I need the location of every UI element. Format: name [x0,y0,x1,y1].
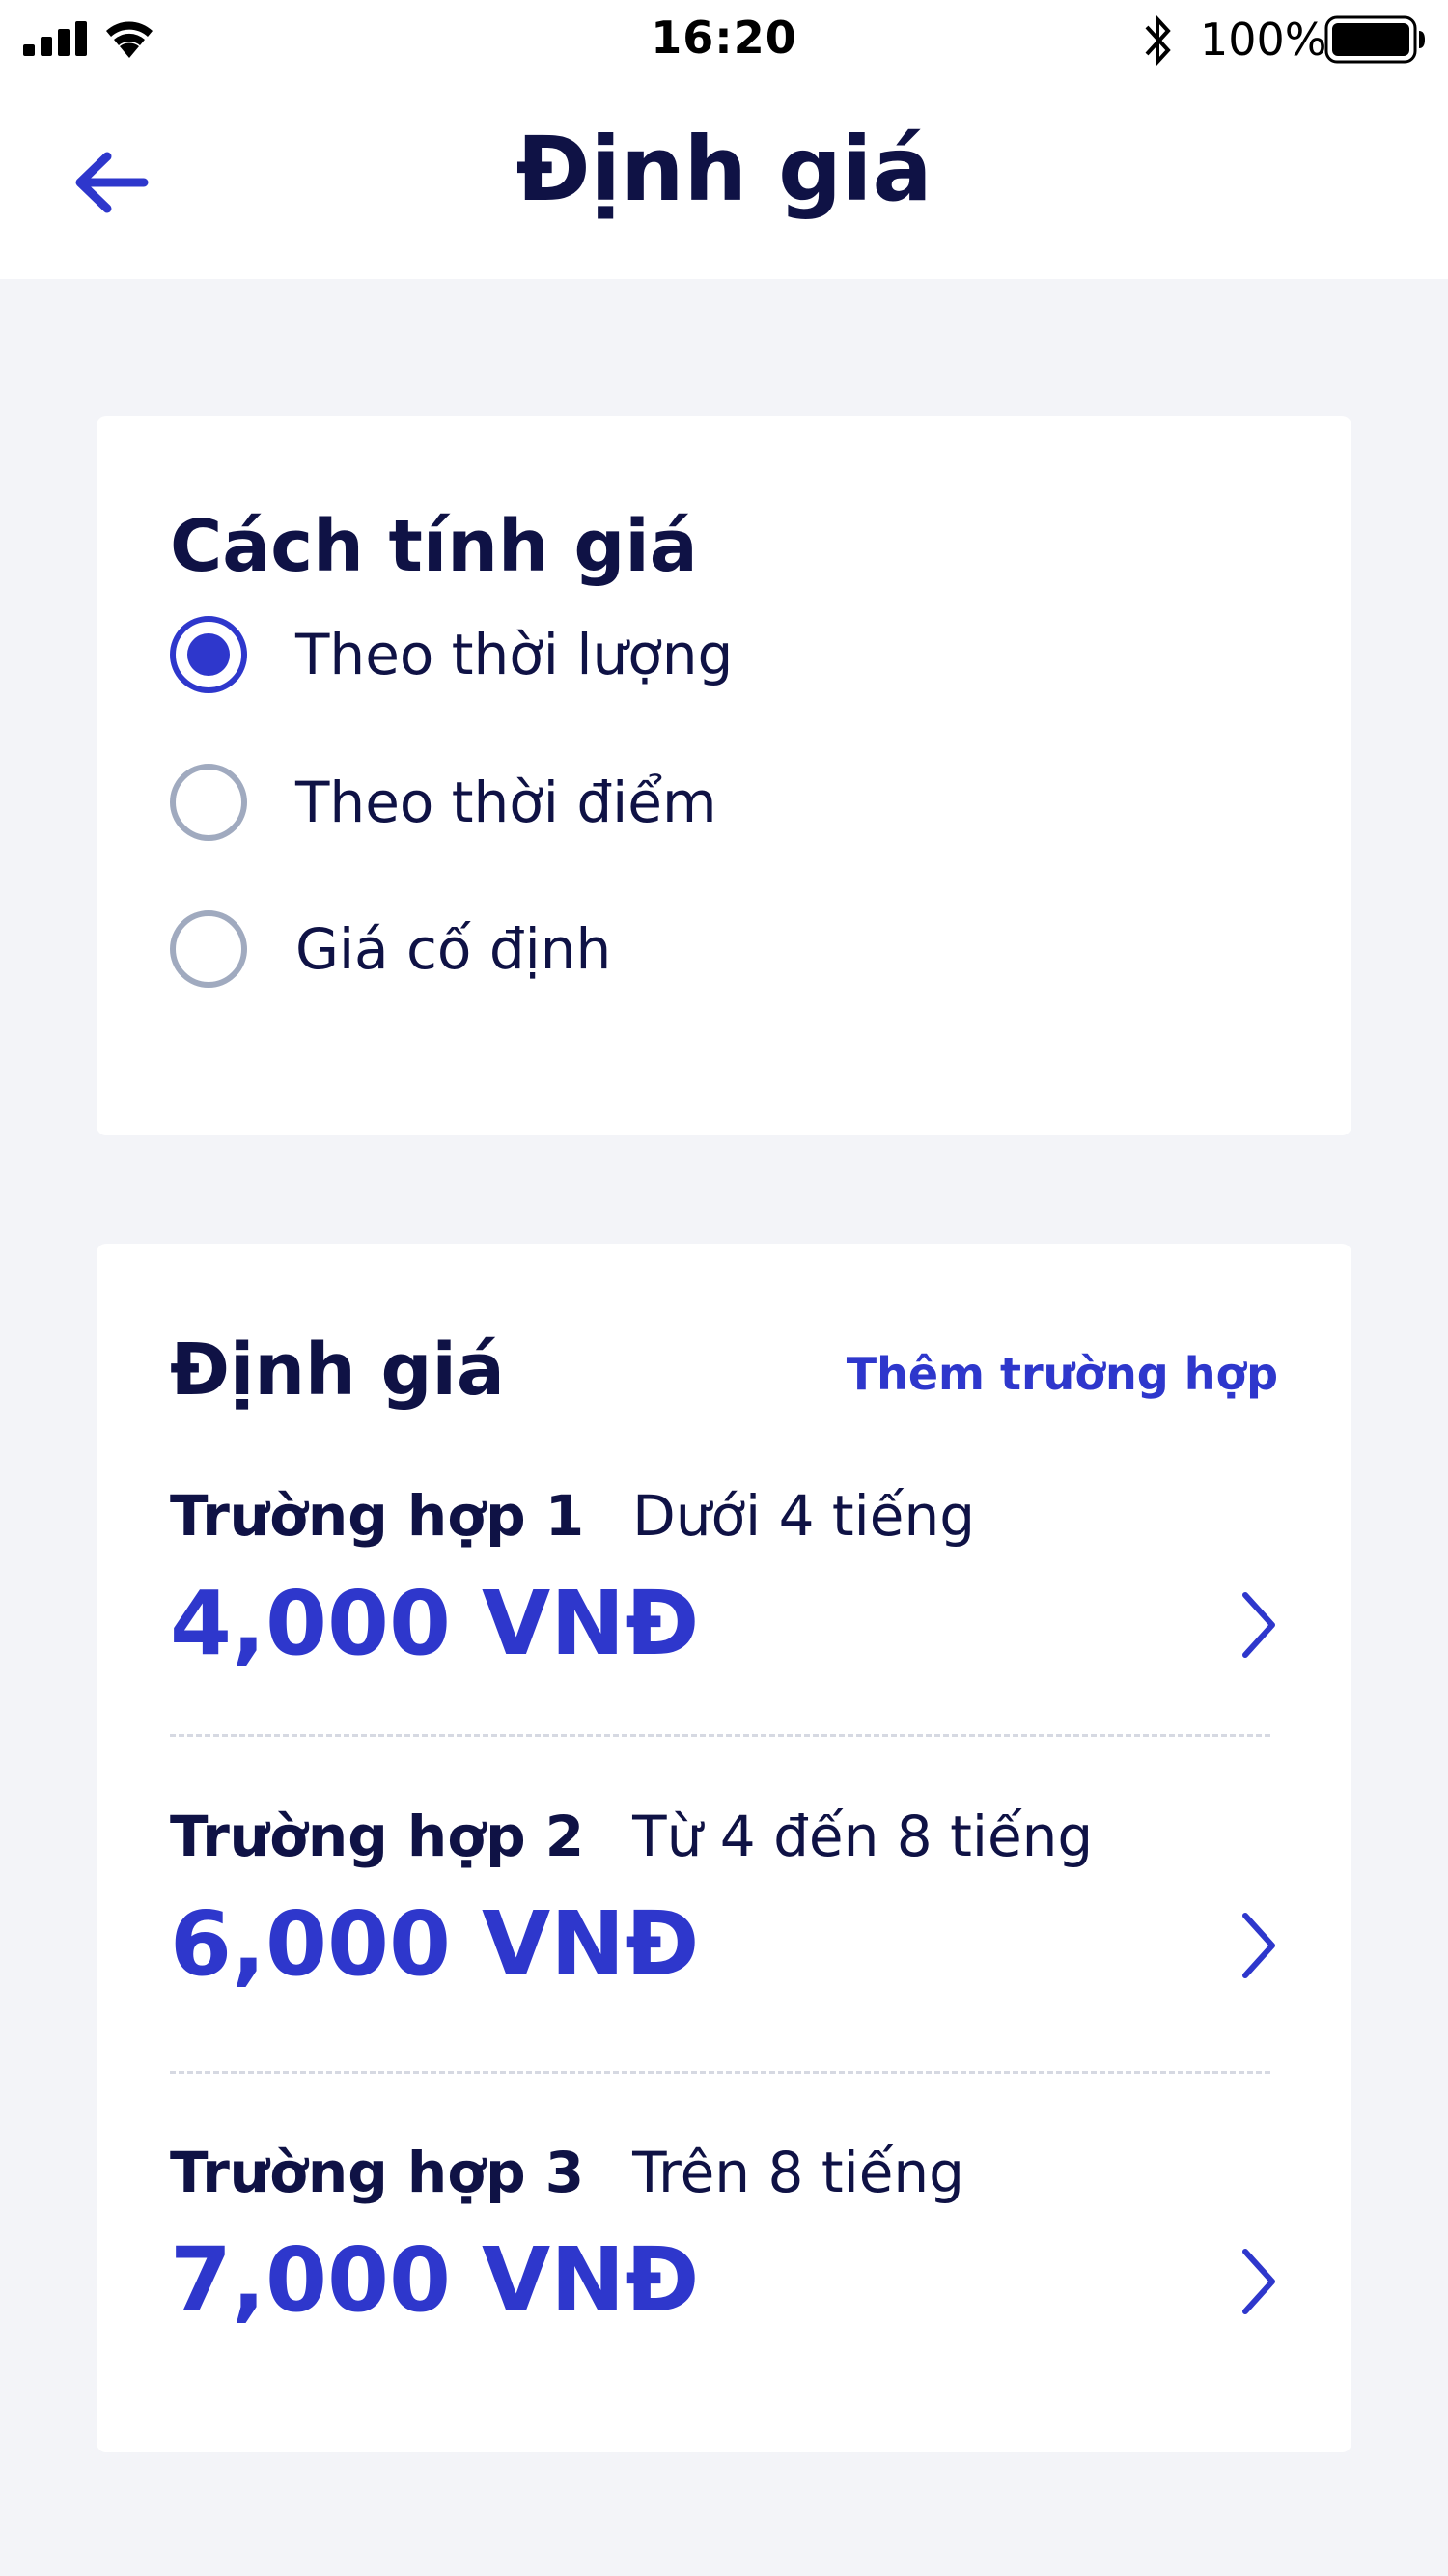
battery-percentage: 100% [1200,14,1327,66]
radio-option-duration[interactable]: Theo thời lượng [170,611,1232,698]
add-case-button[interactable]: Thêm trường hợp [847,1348,1278,1400]
pricing-case-1[interactable]: Trường hợp 1 Dưới 4 tiếng 4,000 VNĐ [170,1483,1278,1724]
chevron-right-icon [1242,1592,1275,1658]
case-name: Trường hợp 1 [170,1483,585,1549]
chevron-right-icon [1242,1913,1275,1978]
case-name: Trường hợp 3 [170,2140,585,2205]
case-description: Từ 4 đến 8 tiếng [632,1804,1094,1869]
radio-unchecked-icon [170,910,247,988]
case-price: 7,000 VNĐ [170,2228,700,2332]
page-title: Định giá [515,118,933,221]
radio-unchecked-icon [170,764,247,841]
pricing-method-card: Cách tính giá Theo thời lượng Theo thời … [97,416,1351,1135]
case-header: Trường hợp 3 Trên 8 tiếng [170,2140,964,2205]
case-name: Trường hợp 2 [170,1804,585,1869]
case-description: Dưới 4 tiếng [632,1483,976,1549]
case-description: Trên 8 tiếng [632,2140,964,2205]
radio-option-fixed-price[interactable]: Giá cố định [170,906,1232,993]
case-price: 4,000 VNĐ [170,1572,700,1675]
pricing-case-3[interactable]: Trường hợp 3 Trên 8 tiếng 7,000 VNĐ [170,2140,1278,2381]
radio-label: Theo thời lượng [295,622,734,687]
nav-bar: Định giá [0,81,1448,279]
chevron-right-icon [1242,2249,1275,2314]
divider [170,2071,1270,2074]
radio-option-time-point[interactable]: Theo thời điểm [170,759,1232,846]
pricing-card: Định giá Thêm trường hợp Trường hợp 1 Dư… [97,1244,1351,2452]
pricing-case-2[interactable]: Trường hợp 2 Từ 4 đến 8 tiếng 6,000 VNĐ [170,1804,1278,2045]
radio-label: Giá cố định [295,916,612,982]
case-header: Trường hợp 2 Từ 4 đến 8 tiếng [170,1804,1093,1869]
bluetooth-icon [1145,14,1171,68]
status-bar: 16:20 100% [0,0,1448,81]
case-price: 6,000 VNĐ [170,1892,700,1996]
pricing-heading: Định giá [170,1329,505,1412]
case-header: Trường hợp 1 Dưới 4 tiếng [170,1483,975,1549]
radio-checked-icon [170,616,247,693]
radio-dot [187,633,230,676]
pricing-method-heading: Cách tính giá [170,505,698,588]
divider [170,1734,1270,1737]
radio-label: Theo thời điểm [295,770,717,835]
battery-icon [1324,15,1425,64]
